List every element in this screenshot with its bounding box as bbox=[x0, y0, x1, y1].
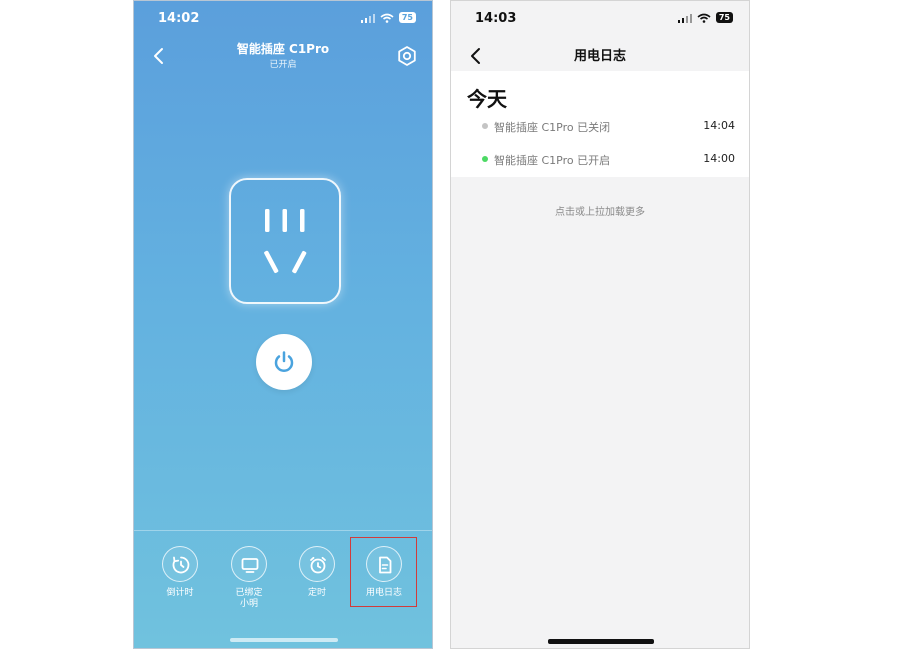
load-more-link[interactable]: 点击或上拉加载更多 bbox=[451, 203, 749, 218]
home-indicator[interactable] bbox=[230, 638, 338, 642]
countdown-label: 倒计时 bbox=[166, 588, 194, 598]
status-time: 14:02 bbox=[158, 11, 200, 26]
status-bar: 14:02 75 bbox=[134, 9, 432, 29]
power-toggle-button[interactable] bbox=[256, 334, 312, 390]
schedule-button[interactable]: 定时 bbox=[287, 546, 347, 599]
log-text: 智能插座 C1Pro 已开启 bbox=[494, 154, 611, 167]
status-dot bbox=[482, 156, 488, 162]
socket-outlet-icon bbox=[264, 209, 307, 274]
log-time: 14:04 bbox=[703, 119, 735, 132]
monitor-icon bbox=[241, 558, 259, 573]
status-bar: 14:03 75 bbox=[451, 9, 749, 29]
status-time: 14:03 bbox=[475, 11, 517, 26]
nav-bar: 智能插座 C1Pro 已开启 bbox=[134, 35, 432, 75]
bottom-divider bbox=[134, 530, 432, 531]
log-row[interactable]: 智能插座 C1Pro 已开启 14:00 bbox=[451, 147, 749, 175]
power-icon bbox=[274, 351, 294, 372]
home-indicator[interactable] bbox=[548, 639, 654, 644]
status-dot bbox=[482, 123, 488, 129]
countdown-icon bbox=[172, 556, 190, 574]
signal-icon bbox=[677, 13, 692, 23]
device-status-text: 已开启 bbox=[269, 60, 297, 70]
section-title-today: 今天 bbox=[467, 87, 507, 111]
log-time: 14:00 bbox=[703, 152, 735, 165]
log-text: 智能插座 C1Pro 已关闭 bbox=[494, 121, 611, 134]
nav-bar: 用电日志 bbox=[451, 35, 749, 75]
device-control-screen: 14:02 75 智能插座 C1Pro 已开启 倒计时 已绑定 小明 定时 用电… bbox=[133, 0, 433, 649]
log-list: 今天 智能插座 C1Pro 已关闭 14:04 智能插座 C1Pro 已开启 1… bbox=[451, 71, 749, 177]
highlight-box bbox=[350, 537, 417, 607]
wifi-icon bbox=[697, 13, 711, 23]
countdown-button[interactable]: 倒计时 bbox=[150, 546, 210, 599]
socket-illustration bbox=[229, 178, 341, 304]
signal-icon bbox=[360, 13, 375, 23]
wifi-icon bbox=[380, 13, 394, 23]
bound-user-label: 已绑定 小明 bbox=[235, 588, 263, 609]
alarm-clock-icon bbox=[310, 556, 326, 574]
device-title: 智能插座 C1Pro bbox=[236, 42, 330, 56]
settings-gear-icon[interactable] bbox=[396, 45, 418, 67]
log-row[interactable]: 智能插座 C1Pro 已关闭 14:04 bbox=[451, 114, 749, 142]
battery-indicator: 75 bbox=[715, 12, 733, 23]
battery-indicator: 75 bbox=[398, 12, 416, 23]
page-title: 用电日志 bbox=[573, 49, 626, 64]
schedule-label: 定时 bbox=[307, 588, 326, 598]
power-log-screen: 14:03 75 用电日志 今天 智能插座 C1Pro 已关闭 14:04 智能… bbox=[450, 0, 750, 649]
bound-user-button[interactable]: 已绑定 小明 bbox=[219, 546, 279, 610]
